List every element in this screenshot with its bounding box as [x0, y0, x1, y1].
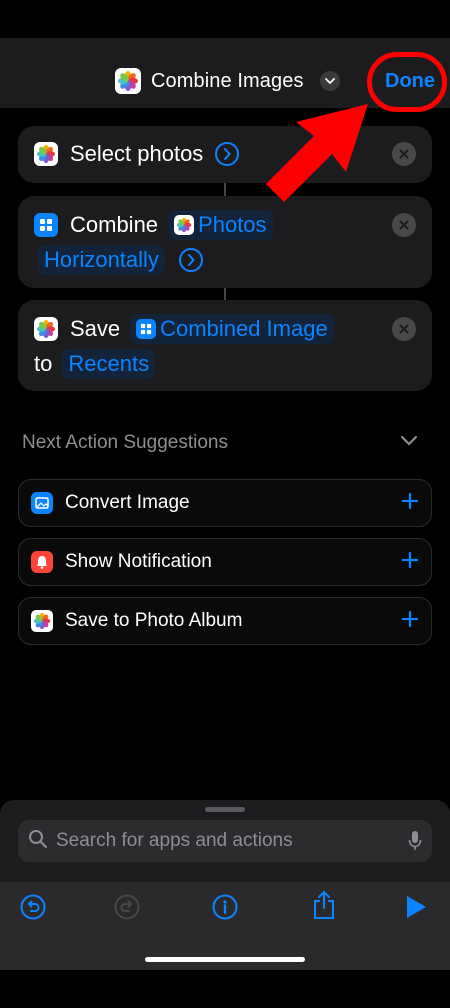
- action-label: Select photos: [70, 141, 204, 166]
- album-token[interactable]: Recents: [62, 349, 156, 379]
- search-input[interactable]: Search for apps and actions: [56, 830, 293, 852]
- remove-action-icon[interactable]: [392, 317, 416, 341]
- suggestion-label: Save to Photo Album: [65, 610, 243, 631]
- title-text: Combine Images: [151, 69, 304, 92]
- suggestion-convert-image[interactable]: Convert Image: [18, 479, 432, 527]
- expand-arrow-icon[interactable]: [215, 142, 240, 166]
- photos-app-icon: [34, 142, 58, 166]
- notification-icon: [31, 551, 53, 573]
- photos-app-icon: [34, 317, 58, 341]
- info-icon[interactable]: [212, 894, 238, 925]
- combine-action-icon: [34, 213, 58, 237]
- expand-arrow-icon[interactable]: [178, 248, 203, 272]
- run-play-icon[interactable]: [404, 894, 428, 925]
- sheet-grabber[interactable]: [205, 807, 245, 812]
- suggestion-label: Show Notification: [65, 551, 212, 572]
- photos-variable-token[interactable]: Photos: [168, 210, 273, 240]
- action-verb: Combine: [70, 212, 159, 237]
- remove-action-icon[interactable]: [392, 213, 416, 237]
- home-indicator: [145, 957, 305, 962]
- collapse-chevron-icon[interactable]: [400, 434, 418, 452]
- action-verb: Save: [70, 316, 121, 341]
- suggestions-heading: Next Action Suggestions: [22, 432, 228, 453]
- chevron-down-icon[interactable]: [319, 71, 340, 91]
- shortcut-title[interactable]: Combine Images: [115, 68, 340, 94]
- add-icon[interactable]: [401, 610, 419, 633]
- search-field[interactable]: Search for apps and actions: [18, 820, 432, 862]
- action-search-sheet: Search for apps and actions: [0, 800, 450, 970]
- add-icon[interactable]: [401, 551, 419, 574]
- share-icon[interactable]: [312, 890, 336, 925]
- add-icon[interactable]: [401, 492, 419, 515]
- search-icon: [28, 829, 48, 854]
- action-connector: [224, 287, 226, 301]
- suggestion-save-to-photo-album[interactable]: Save to Photo Album: [18, 597, 432, 645]
- action-save[interactable]: Save Combined Image to Recents: [18, 300, 432, 391]
- undo-icon[interactable]: [20, 894, 46, 925]
- photos-app-icon: [31, 610, 53, 632]
- combined-image-token[interactable]: Combined Image: [130, 314, 334, 344]
- photos-app-icon: [115, 68, 141, 94]
- annotation-arrow: [250, 98, 380, 213]
- token-label: Combined Image: [160, 316, 328, 341]
- token-label: Photos: [198, 212, 267, 237]
- suggestion-show-notification[interactable]: Show Notification: [18, 538, 432, 586]
- photos-app-icon: [174, 215, 195, 235]
- suggestion-label: Convert Image: [65, 492, 190, 513]
- combine-action-icon: [136, 319, 157, 339]
- remove-action-icon[interactable]: [392, 142, 416, 166]
- redo-icon[interactable]: [114, 894, 140, 925]
- combine-mode-token[interactable]: Horizontally: [38, 245, 165, 275]
- image-icon: [31, 492, 53, 514]
- action-preposition: to: [34, 351, 53, 376]
- microphone-icon[interactable]: [408, 830, 422, 857]
